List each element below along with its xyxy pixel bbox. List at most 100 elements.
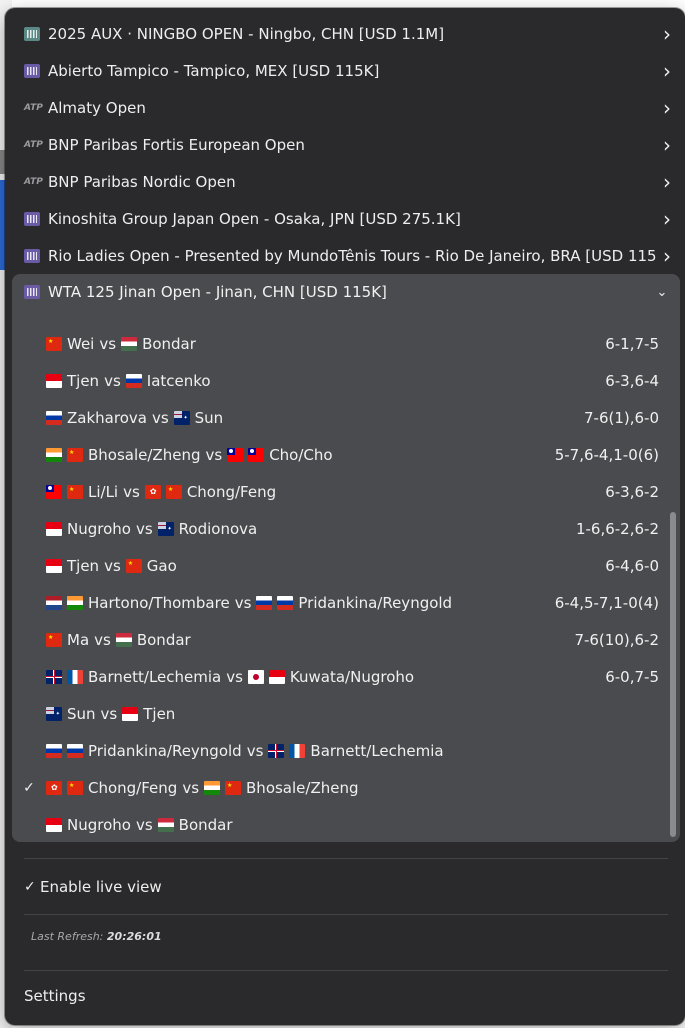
match-score: 6-3,6-2 [605, 482, 659, 501]
match-item[interactable]: Tjen vs Iatcenko 6-3,6-4 [12, 362, 680, 399]
atp-icon: ATP [24, 176, 43, 187]
tournament-item[interactable]: ATP BNP Paribas Nordic Open › [12, 163, 678, 200]
match-score: 6-1,7-5 [605, 334, 659, 353]
player-name: Tjen [67, 371, 100, 390]
vs-label: vs [226, 667, 243, 686]
tournament-item[interactable]: 2025 AUX · NINGBO OPEN - Ningbo, CHN [US… [12, 15, 678, 52]
match-item[interactable]: Zakharova vs ✦ Sun 7-6(1),6-0 [12, 399, 680, 436]
match-score: 5-7,6-4,1-0(6) [554, 445, 659, 464]
match-item[interactable]: ★ Li/Li vs ✿ ★ Chong/Feng 6-3,6-2 [12, 473, 680, 510]
atp-icon: ATP [24, 102, 43, 113]
settings-item[interactable]: Settings [24, 987, 86, 1005]
match-item[interactable]: Hartono/Thombare vs Pridankina/Reyngold 6-4… [12, 584, 680, 621]
flag-gb-icon [46, 669, 62, 684]
match-players: Zakharova vs ✦ Sun [46, 409, 584, 427]
expanded-tournament-header[interactable]: WTA 125 Jinan Open - Jinan, CHN [USD 115… [12, 274, 680, 310]
last-refresh-time: 20:26:01 [106, 930, 162, 943]
atp-icon: ATP [24, 139, 43, 150]
vs-label: vs [104, 556, 121, 575]
flag-id-icon [268, 669, 285, 684]
player-name: Gao [146, 556, 177, 575]
tournament-label: Rio Ladies Open - Presented by MundoTêni… [48, 246, 656, 265]
tournament-label: BNP Paribas Nordic Open [48, 172, 236, 191]
chevron-right-icon: › [663, 21, 671, 46]
flag-nz-icon: ✦ [46, 706, 62, 721]
match-score: 6-0,7-5 [605, 667, 659, 686]
player-name: Barnett/Lechemia [88, 667, 222, 686]
player-name: Ma [67, 630, 90, 649]
expanded-tournament-label: WTA 125 Jinan Open - Jinan, CHN [USD 115… [48, 283, 387, 301]
match-item[interactable]: ★ Bhosale/Zheng vs Cho/Cho 5-7,6-4,1-0(6) [12, 436, 680, 473]
match-players: Pridankina/Reyngold vs Barnett/Lechemia [46, 742, 659, 760]
tournament-item[interactable]: Rio Ladies Open - Presented by MundoTêni… [12, 237, 678, 274]
flag-id-icon [46, 373, 62, 388]
match-players: Barnett/Lechemia vs Kuwata/Nugroho [46, 668, 605, 686]
vs-label: vs [123, 482, 140, 501]
match-item[interactable]: ★ Wei vs Bondar 6-1,7-5 [12, 325, 680, 362]
tournament-item[interactable]: ATP BNP Paribas Fortis European Open › [12, 126, 678, 163]
match-item[interactable]: Tjen vs ★ Gao 6-4,6-0 [12, 547, 680, 584]
flag-fr-icon [289, 743, 306, 758]
flag-ru-icon [46, 743, 62, 758]
flag-nl-icon [46, 595, 62, 610]
wta-icon [24, 26, 40, 41]
player-name: Rodionova [178, 519, 258, 538]
wta-icon [24, 285, 40, 299]
flag-fr-icon [67, 669, 83, 684]
chevron-down-icon: ⌄ [656, 284, 668, 300]
player-name: Barnett/Lechemia [310, 741, 444, 760]
flag-id-icon [122, 706, 139, 721]
match-item[interactable]: Pridankina/Reyngold vs Barnett/Lechemia [12, 732, 680, 769]
chevron-right-icon: › [663, 58, 671, 83]
player-name: Iatcenko [146, 371, 211, 390]
vs-label: vs [234, 593, 252, 612]
tournament-item[interactable]: Abierto Tampico - Tampico, MEX [USD 115K… [12, 52, 678, 89]
player-name: Bondar [136, 630, 191, 649]
player-name: Pridankina/Reyngold [298, 593, 453, 612]
player-name: Tjen [143, 704, 176, 723]
flag-ru-icon [46, 410, 62, 425]
checkmark-icon: ✓ [24, 879, 36, 895]
flag-gb-icon [268, 743, 285, 758]
flag-nz-icon: ✦ [173, 410, 190, 425]
flag-hk-icon: ✿ [46, 780, 62, 795]
tournament-label: BNP Paribas Fortis European Open [48, 135, 305, 154]
flag-cn-icon: ★ [67, 484, 83, 499]
chevron-right-icon: › [663, 169, 671, 194]
last-refresh-prefix: Last Refresh: [31, 930, 104, 943]
match-item[interactable]: ★ Ma vs Bondar 7-6(10),6-2 [12, 621, 680, 658]
flag-au-icon: ✦ [157, 521, 174, 536]
player-name: Chong/Feng [88, 778, 178, 797]
match-players: Tjen vs Iatcenko [46, 372, 605, 390]
vs-label: vs [151, 408, 169, 427]
match-item[interactable]: Nugroho vs Bondar [12, 806, 680, 842]
flag-in-icon [46, 447, 62, 462]
flag-cn-icon: ★ [67, 447, 83, 462]
flag-cn-icon: ★ [225, 780, 242, 795]
vs-label: vs [104, 371, 121, 390]
vs-label: vs [135, 815, 153, 834]
chevron-right-icon: › [663, 206, 671, 231]
enable-live-view-item[interactable]: ✓ Enable live view [24, 875, 162, 899]
scrollbar-thumb[interactable] [670, 512, 676, 837]
vs-label: vs [94, 630, 111, 649]
checkmark-icon: ✓ [23, 779, 35, 796]
vs-label: vs [99, 334, 117, 353]
match-players: ✦ Sun vs Tjen [46, 705, 659, 723]
player-name: Nugroho [67, 815, 131, 834]
flag-ru-icon [277, 595, 294, 610]
tournament-item[interactable]: Kinoshita Group Japan Open - Osaka, JPN … [12, 200, 678, 237]
match-item[interactable]: Barnett/Lechemia vs Kuwata/Nugroho 6-0,7-5 [12, 658, 680, 695]
tournament-label: Abierto Tampico - Tampico, MEX [USD 115K… [48, 61, 380, 80]
match-item[interactable]: ✦ Sun vs Tjen [12, 695, 680, 732]
flag-id-icon [46, 558, 62, 573]
player-name: Li/Li [88, 482, 119, 501]
player-name: Sun [194, 408, 224, 427]
match-item[interactable]: ✓ ✿ ★ Chong/Feng vs ★ Bhosale/Zheng [12, 769, 680, 806]
vs-label: vs [246, 741, 264, 760]
tournament-item[interactable]: ATP Almaty Open › [12, 89, 678, 126]
match-item[interactable]: Nugroho vs ✦ Rodionova 1-6,6-2,6-2 [12, 510, 680, 547]
last-refresh: Last Refresh: 20:26:01 [31, 930, 162, 943]
player-name: Chong/Feng [186, 482, 277, 501]
match-score: 6-4,5-7,1-0(4) [554, 593, 659, 612]
